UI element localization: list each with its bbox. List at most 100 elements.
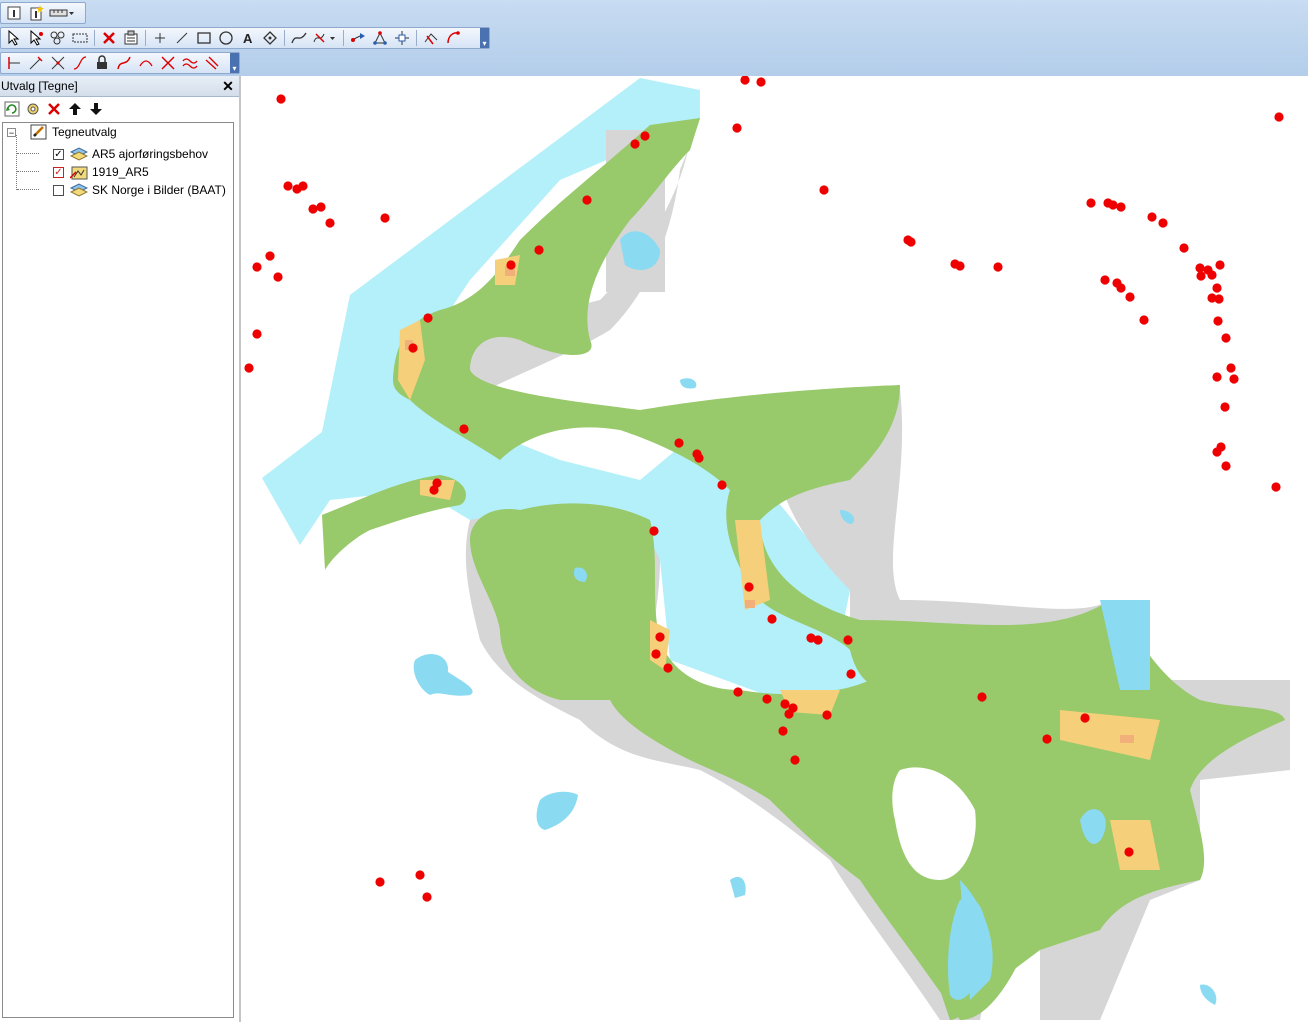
text-tool-button[interactable]: A (238, 29, 258, 47)
offset-tool-button[interactable] (202, 54, 222, 72)
map-marker[interactable] (283, 181, 293, 191)
vertex-tool-button[interactable] (260, 29, 280, 47)
move-node-tool-button[interactable] (392, 29, 412, 47)
map-marker[interactable] (906, 237, 916, 247)
map-marker[interactable] (1226, 363, 1236, 373)
trim-tool-button[interactable] (48, 54, 68, 72)
layer-item-sk-norge-i-bilder[interactable]: SK Norge i Bilder (BAAT) (53, 181, 226, 199)
map-marker[interactable] (649, 526, 659, 536)
identify-tool-button[interactable] (26, 4, 46, 22)
info-tool-button[interactable] (4, 4, 24, 22)
delete-tool-button[interactable] (99, 29, 119, 47)
map-marker[interactable] (1100, 275, 1110, 285)
map-marker[interactable] (955, 261, 965, 271)
tree-root[interactable]: − Tegneutvalg (7, 123, 117, 141)
map-marker[interactable] (1116, 283, 1126, 293)
map-marker[interactable] (778, 726, 788, 736)
snap-tool-button[interactable] (348, 29, 368, 47)
map-marker[interactable] (276, 94, 286, 104)
map-marker[interactable] (429, 485, 439, 495)
cross-tool-button[interactable] (158, 54, 178, 72)
map-marker[interactable] (744, 582, 754, 592)
map-canvas[interactable] (241, 76, 1308, 1022)
map-marker[interactable] (740, 76, 750, 85)
node-tool-button[interactable] (370, 29, 390, 47)
map-marker[interactable] (784, 709, 794, 719)
layer-checkbox[interactable] (53, 184, 64, 196)
map-marker[interactable] (630, 139, 640, 149)
close-icon[interactable]: ✕ (221, 78, 235, 95)
map-marker[interactable] (1212, 372, 1222, 382)
map-marker[interactable] (423, 313, 433, 323)
map-marker[interactable] (1108, 200, 1118, 210)
map-marker[interactable] (846, 669, 856, 679)
remove-layer-button[interactable] (44, 99, 64, 119)
map-marker[interactable] (1271, 482, 1281, 492)
map-marker[interactable] (1221, 333, 1231, 343)
line-tool-button[interactable] (172, 29, 192, 47)
collapse-icon[interactable]: − (7, 127, 16, 137)
map-marker[interactable] (674, 438, 684, 448)
map-marker[interactable] (298, 181, 308, 191)
reshape-tool-button[interactable] (114, 54, 134, 72)
map-marker[interactable] (663, 663, 673, 673)
map-marker[interactable] (1158, 218, 1168, 228)
map-marker[interactable] (316, 202, 326, 212)
map-marker[interactable] (651, 649, 661, 659)
map-marker[interactable] (1124, 847, 1134, 857)
map-marker[interactable] (1125, 292, 1135, 302)
map-marker[interactable] (1215, 260, 1225, 270)
map-marker[interactable] (1274, 112, 1284, 122)
arc-tool-button[interactable] (136, 54, 156, 72)
map-marker[interactable] (1212, 283, 1222, 293)
map-marker[interactable] (813, 635, 823, 645)
map-marker[interactable] (1195, 263, 1205, 273)
map-marker[interactable] (252, 329, 262, 339)
map-marker[interactable] (1229, 374, 1239, 384)
map-marker[interactable] (534, 245, 544, 255)
properties-tool-button[interactable] (121, 29, 141, 47)
refresh-selection-button[interactable] (2, 99, 22, 119)
map-marker[interactable] (819, 185, 829, 195)
wave-tool-button[interactable] (180, 54, 200, 72)
map-marker[interactable] (790, 755, 800, 765)
map-marker[interactable] (1086, 198, 1096, 208)
layer-checkbox[interactable]: ✓ (53, 166, 64, 178)
map-marker[interactable] (1207, 270, 1217, 280)
map-marker[interactable] (1147, 212, 1157, 222)
map-marker[interactable] (993, 262, 1003, 272)
lock-tool-button[interactable] (92, 54, 112, 72)
map-marker[interactable] (1139, 315, 1149, 325)
move-up-button[interactable] (65, 99, 85, 119)
toolbar-overflow-button[interactable]: ▾ (480, 28, 489, 48)
layer-checkbox[interactable]: ✓ (53, 148, 64, 160)
map-marker[interactable] (762, 694, 772, 704)
select-rect-tool-button[interactable] (70, 29, 90, 47)
measure-tool-button[interactable] (48, 4, 76, 22)
map-marker[interactable] (655, 632, 665, 642)
map-marker[interactable] (506, 260, 516, 270)
map-marker[interactable] (244, 363, 254, 373)
rectangle-tool-button[interactable] (194, 29, 214, 47)
map-marker[interactable] (325, 218, 335, 228)
map-marker[interactable] (843, 635, 853, 645)
map-marker[interactable] (252, 262, 262, 272)
map-marker[interactable] (732, 123, 742, 133)
map-marker[interactable] (308, 204, 318, 214)
curve-tool-button[interactable] (289, 29, 309, 47)
map-marker[interactable] (767, 614, 777, 624)
extend-tool-button[interactable] (26, 54, 46, 72)
map-marker[interactable] (1214, 294, 1224, 304)
pen-tool-button[interactable] (443, 29, 463, 47)
map-marker[interactable] (1220, 402, 1230, 412)
map-marker[interactable] (380, 213, 390, 223)
map-marker[interactable] (1221, 461, 1231, 471)
map-marker[interactable] (822, 710, 832, 720)
layer-item-1919-ar5[interactable]: ✓ 1919_AR5 (53, 163, 149, 181)
map-marker[interactable] (717, 480, 727, 490)
map-marker[interactable] (733, 687, 743, 697)
map-marker[interactable] (694, 453, 704, 463)
map-marker[interactable] (273, 272, 283, 282)
map-marker[interactable] (415, 870, 425, 880)
fillet-tool-button[interactable] (70, 54, 90, 72)
